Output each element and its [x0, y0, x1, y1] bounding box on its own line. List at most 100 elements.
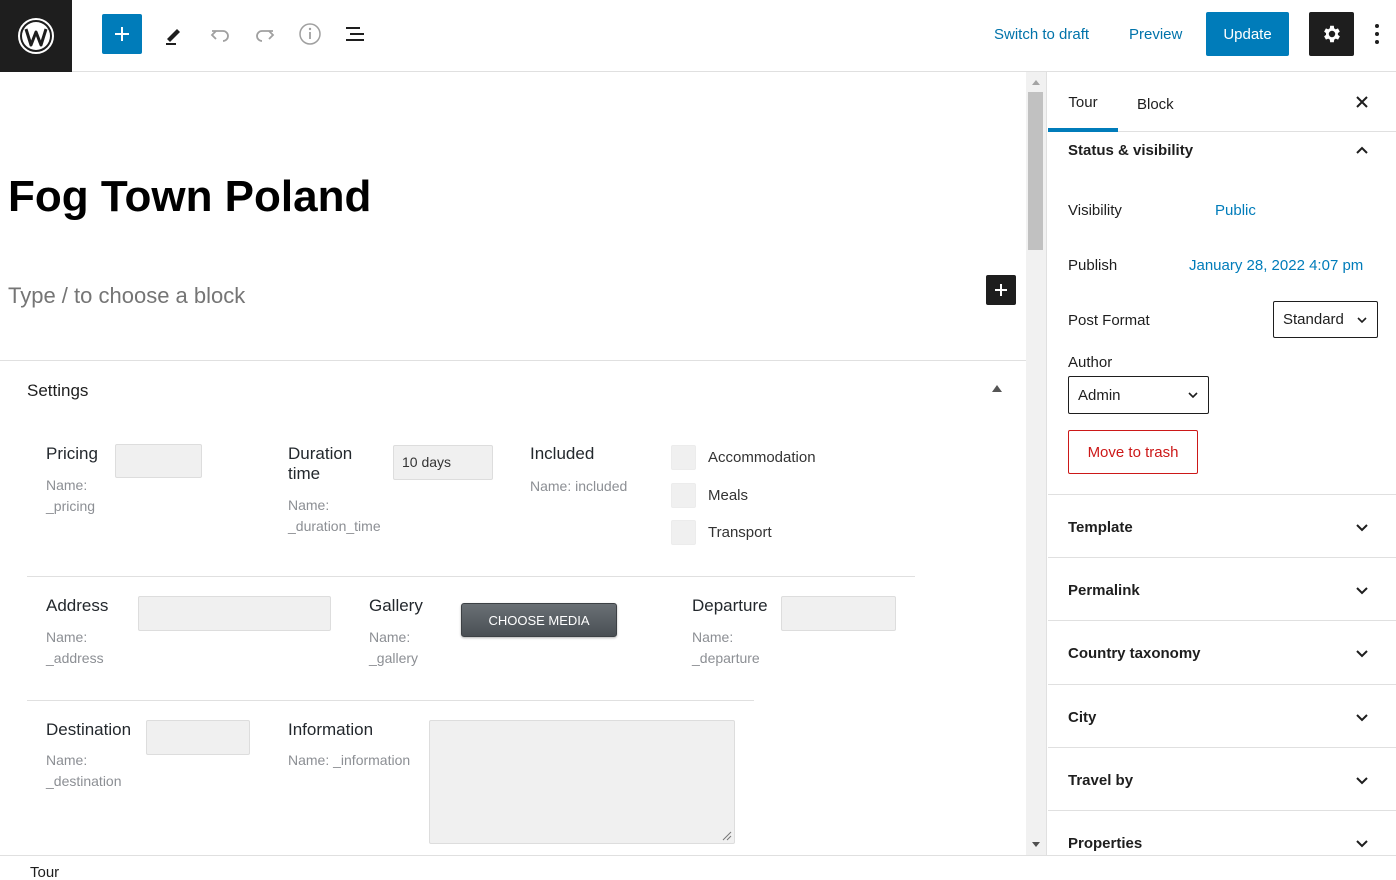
departure-label: Departure: [692, 596, 768, 615]
undo-icon: [210, 30, 229, 42]
move-to-trash-button[interactable]: Move to trash: [1068, 430, 1198, 474]
duration-name-line1: Name:: [288, 497, 330, 513]
panel-divider: [1048, 557, 1396, 558]
settings-meta-box: Settings Pricing Name: _pricing Duration…: [0, 360, 1026, 855]
destination-label: Destination: [46, 720, 132, 739]
publish-label: Publish: [1068, 257, 1118, 274]
editor-canvas: Fog Town Poland Type / to choose a block…: [0, 72, 1026, 855]
wordpress-logo-icon[interactable]: [0, 0, 72, 72]
chevron-down-icon[interactable]: [1354, 582, 1370, 598]
departure-input[interactable]: [781, 596, 896, 631]
choose-media-button[interactable]: CHOOSE MEDIA: [461, 603, 617, 637]
information-name: Name: _information: [288, 752, 411, 768]
accommodation-label: Accommodation: [708, 449, 816, 466]
scroll-down-arrow-icon[interactable]: [1032, 842, 1040, 847]
redo-icon: [256, 30, 275, 42]
address-label: Address: [46, 596, 109, 615]
post-format-value: Standard: [1283, 311, 1344, 328]
panel-city[interactable]: City: [1068, 709, 1096, 726]
address-name-line1: Name:: [46, 629, 88, 645]
author-value: Admin: [1078, 386, 1121, 404]
destination-name-line2: _destination: [46, 773, 122, 789]
collapse-arrow-icon[interactable]: [992, 385, 1002, 392]
destination-input[interactable]: [146, 720, 250, 755]
editor-header: Switch to draft Preview Update: [0, 0, 1396, 72]
chevron-down-icon[interactable]: [1354, 835, 1370, 851]
author-select[interactable]: Admin: [1068, 376, 1209, 414]
chevron-down-icon: [1357, 316, 1367, 323]
pencil-icon: [166, 29, 180, 45]
panel-country-taxonomy[interactable]: Country taxonomy: [1068, 645, 1201, 662]
editor-scrollbar[interactable]: [1026, 72, 1047, 855]
breadcrumb-tour[interactable]: Tour: [30, 864, 59, 880]
list-view-button[interactable]: [335, 14, 375, 54]
more-vertical-icon: [1375, 24, 1379, 44]
information-textarea[interactable]: [429, 720, 735, 844]
row-divider: [27, 576, 915, 577]
meta-box-title: Settings: [27, 381, 89, 400]
post-format-select[interactable]: Standard: [1273, 301, 1378, 338]
undo-button[interactable]: [200, 14, 240, 54]
transport-checkbox[interactable]: [671, 520, 696, 545]
pricing-name-line2: _pricing: [46, 498, 96, 514]
chevron-down-icon[interactable]: [1354, 709, 1370, 725]
visibility-value-link[interactable]: Public: [1215, 202, 1256, 219]
info-icon: [299, 23, 321, 45]
redo-button[interactable]: [245, 14, 285, 54]
preview-button[interactable]: Preview: [1129, 26, 1182, 43]
panel-template[interactable]: Template: [1068, 519, 1133, 536]
resize-grip-icon[interactable]: [722, 831, 732, 841]
status-visibility-title[interactable]: Status & visibility: [1068, 142, 1193, 159]
duration-label-line1: Duration: [288, 444, 353, 463]
gear-icon: [1323, 25, 1340, 43]
duration-input[interactable]: 10 days: [393, 445, 493, 480]
pricing-name-line1: Name:: [46, 477, 88, 493]
list-view-icon: [346, 27, 364, 41]
plus-icon: [115, 27, 129, 41]
meals-checkbox[interactable]: [671, 483, 696, 508]
accommodation-checkbox[interactable]: [671, 445, 696, 470]
destination-name-line1: Name:: [46, 752, 88, 768]
meals-label: Meals: [708, 487, 749, 504]
close-icon: [1356, 96, 1368, 108]
chevron-down-icon[interactable]: [1354, 772, 1370, 788]
scrollbar-thumb[interactable]: [1028, 92, 1043, 250]
update-button[interactable]: Update: [1206, 12, 1289, 56]
scroll-up-arrow-icon[interactable]: [1032, 80, 1040, 85]
panel-divider: [1048, 747, 1396, 748]
departure-name-line1: Name:: [692, 629, 734, 645]
address-input[interactable]: [138, 596, 331, 631]
post-format-label: Post Format: [1068, 312, 1150, 329]
visibility-label: Visibility: [1068, 202, 1122, 219]
panel-properties[interactable]: Properties: [1068, 835, 1142, 852]
gallery-name-line2: _gallery: [369, 650, 419, 666]
author-label: Author: [1068, 354, 1113, 371]
settings-button[interactable]: [1309, 12, 1354, 56]
more-options-button[interactable]: [1366, 18, 1388, 50]
plus-icon: [995, 284, 1007, 296]
edit-tools-button[interactable]: [154, 14, 194, 54]
panel-divider: [1048, 684, 1396, 685]
details-button[interactable]: [290, 14, 330, 54]
chevron-up-icon[interactable]: [1354, 142, 1370, 158]
close-sidebar-button[interactable]: [1350, 90, 1374, 114]
included-name: Name: included: [530, 478, 628, 494]
inline-add-block-button[interactable]: [986, 275, 1016, 305]
tab-tour[interactable]: Tour: [1048, 72, 1118, 132]
tab-block[interactable]: Block: [1137, 72, 1174, 132]
post-title[interactable]: Fog Town Poland: [8, 172, 371, 222]
switch-to-draft-button[interactable]: Switch to draft: [994, 26, 1089, 43]
information-label: Information: [288, 720, 374, 739]
panel-travel-by[interactable]: Travel by: [1068, 772, 1133, 789]
row-divider: [27, 700, 754, 701]
panel-divider: [1048, 620, 1396, 621]
publish-date-link[interactable]: January 28, 2022 4:07 pm: [1189, 257, 1363, 274]
chevron-down-icon[interactable]: [1354, 519, 1370, 535]
panel-permalink[interactable]: Permalink: [1068, 582, 1140, 599]
panel-divider: [1048, 810, 1396, 811]
chevron-down-icon[interactable]: [1354, 645, 1370, 661]
block-placeholder[interactable]: Type / to choose a block: [8, 283, 245, 309]
add-block-button[interactable]: [102, 14, 142, 54]
pricing-input[interactable]: [115, 444, 202, 478]
address-name-line2: _address: [46, 650, 104, 666]
